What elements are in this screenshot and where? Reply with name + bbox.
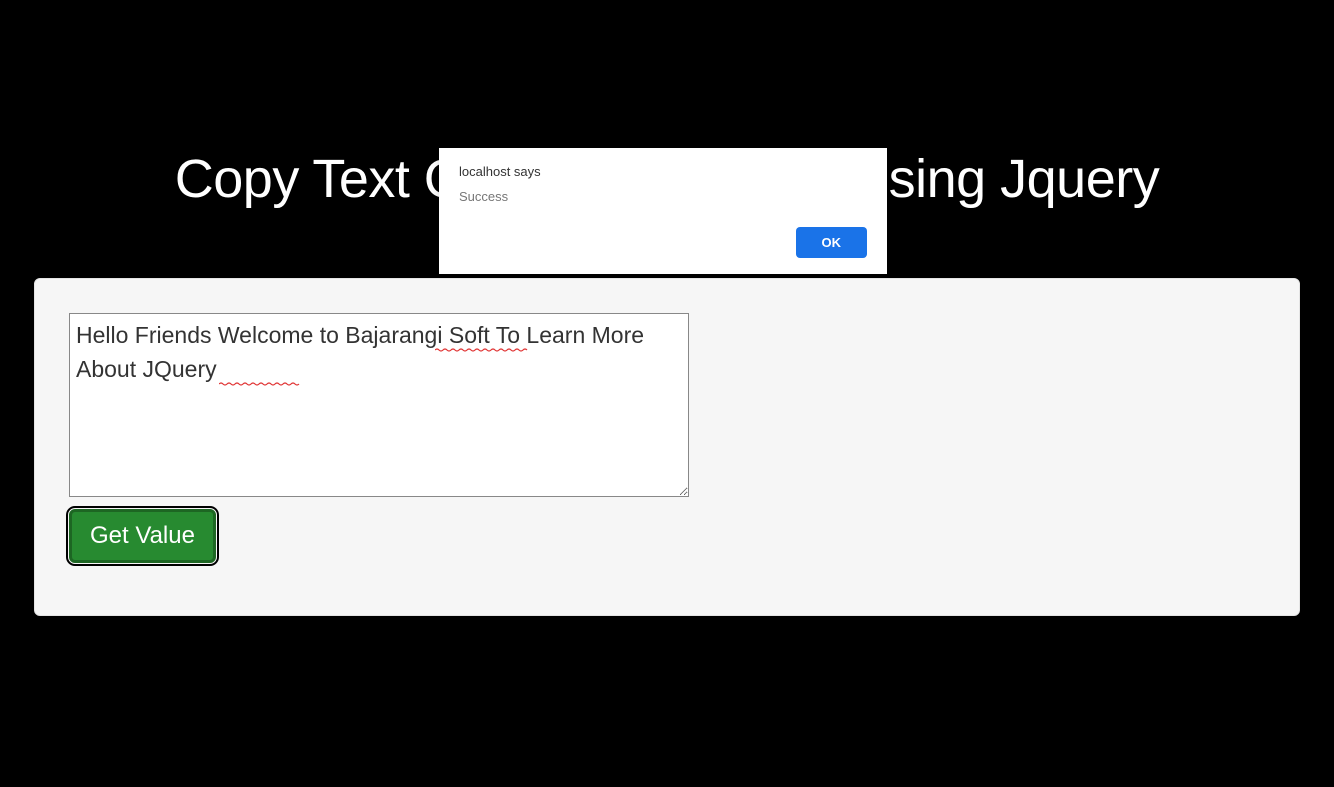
alert-message-text: Success <box>459 189 867 204</box>
ok-button[interactable]: OK <box>796 227 868 258</box>
get-value-button[interactable]: Get Value <box>69 509 216 563</box>
content-card: Get Value <box>34 278 1300 616</box>
text-input[interactable] <box>69 313 689 497</box>
alert-dialog: localhost says Success OK <box>439 148 887 274</box>
alert-footer: OK <box>796 227 868 258</box>
alert-origin-text: localhost says <box>459 164 867 179</box>
